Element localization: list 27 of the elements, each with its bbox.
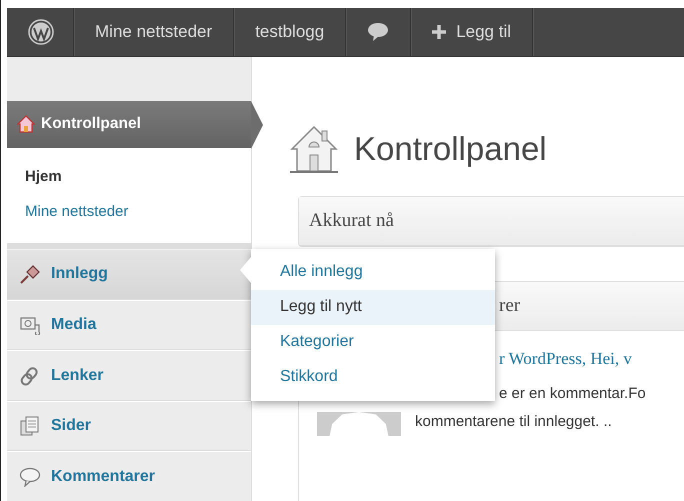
comment-excerpt-line: e er en kommentar.Fo bbox=[499, 385, 646, 403]
sidebar-item[interactable]: Sider bbox=[7, 400, 251, 452]
admin-bar-link[interactable]: testblogg bbox=[234, 8, 346, 56]
add-new-button[interactable]: Legg til bbox=[411, 8, 534, 56]
house-icon bbox=[288, 123, 340, 175]
flyout-menu-item[interactable]: Legg til nytt bbox=[251, 290, 495, 325]
comment-heading[interactable]: r WordPress, Hei, v bbox=[499, 349, 632, 369]
sidebar-item[interactable]: Kontrollpanel bbox=[7, 100, 251, 148]
media-icon bbox=[19, 315, 41, 336]
flyout-menu-item[interactable]: Alle innlegg bbox=[251, 255, 495, 290]
house-icon bbox=[17, 115, 35, 134]
comment-excerpt-line: kommentarene til innlegget. .. bbox=[415, 413, 612, 431]
flyout-menu-item[interactable]: Stikkord bbox=[251, 360, 495, 395]
speech-bubble-icon bbox=[19, 466, 41, 487]
widget-title: Akkurat nå bbox=[299, 197, 684, 246]
speech-bubble-icon bbox=[367, 22, 390, 42]
sidebar-item[interactable]: Lenker bbox=[7, 350, 251, 401]
plus-icon bbox=[432, 25, 446, 39]
active-arrow bbox=[251, 101, 263, 149]
admin-bar-link[interactable]: Mine nettsteder bbox=[74, 8, 234, 56]
pages-icon bbox=[19, 416, 41, 436]
sidebar-item[interactable]: Innlegg bbox=[7, 249, 251, 300]
submenu-item[interactable]: Hjem bbox=[7, 159, 251, 194]
submenu-item[interactable]: Mine nettsteder bbox=[7, 194, 251, 230]
sidebar-item[interactable]: Media bbox=[7, 300, 251, 350]
flyout-menu-item[interactable]: Kategorier bbox=[251, 325, 495, 360]
page-title: Kontrollpanel bbox=[354, 130, 547, 168]
